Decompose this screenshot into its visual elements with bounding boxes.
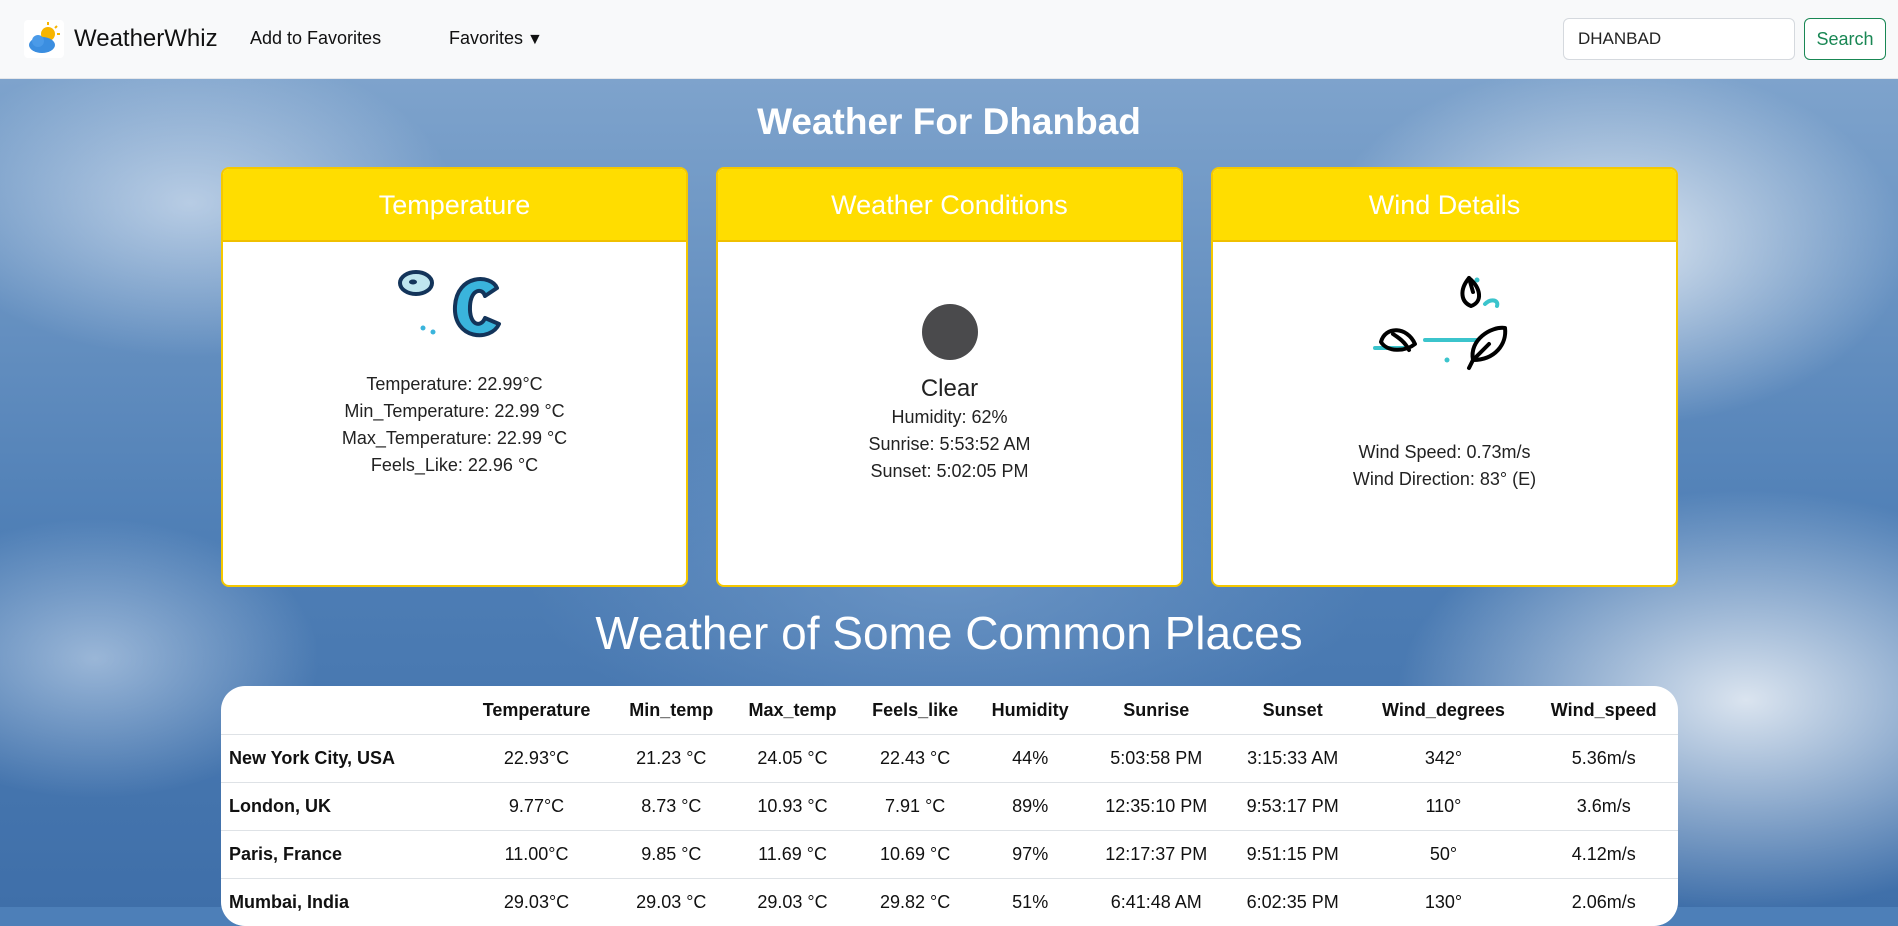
min-temperature-value: Min_Temperature: 22.99 °C xyxy=(223,398,686,425)
column-header: Temperature xyxy=(461,686,612,735)
sunset-value: Sunset: 5:02:05 PM xyxy=(718,458,1181,485)
common-places-title: Weather of Some Common Places xyxy=(0,606,1898,660)
table-cell: 6:41:48 AM xyxy=(1085,879,1228,926)
temperature-card: Temperature Temperature: 22.99°C Min_Tem… xyxy=(221,167,688,587)
column-header: Feels_like xyxy=(855,686,976,735)
search-input[interactable] xyxy=(1563,18,1795,60)
table-cell: 130° xyxy=(1357,879,1529,926)
table-cell: 24.05 °C xyxy=(731,735,855,783)
caret-down-icon: ▼ xyxy=(527,31,543,48)
favorites-label: Favorites xyxy=(449,28,523,48)
table-cell: 11.00°C xyxy=(461,831,612,879)
navbar: WeatherWhiz Add to Favorites Favorites▼ … xyxy=(0,0,1898,79)
celsius-icon xyxy=(395,266,515,352)
table-header-row: Temperature Min_temp Max_temp Feels_like… xyxy=(221,686,1678,735)
brand-name: WeatherWhiz xyxy=(74,25,218,53)
wind-leaves-icon xyxy=(1365,268,1525,388)
column-header: Wind_degrees xyxy=(1357,686,1529,735)
table-cell: 22.43 °C xyxy=(855,735,976,783)
table-cell: 8.73 °C xyxy=(612,783,730,831)
table-cell: 12:35:10 PM xyxy=(1085,783,1228,831)
table-row: Mumbai, India 29.03°C 29.03 °C 29.03 °C … xyxy=(221,879,1678,926)
table-cell: 9:53:17 PM xyxy=(1228,783,1358,831)
column-header: Sunrise xyxy=(1085,686,1228,735)
table-cell: 6:02:35 PM xyxy=(1228,879,1358,926)
table-cell: 110° xyxy=(1357,783,1529,831)
table-cell: 11.69 °C xyxy=(731,831,855,879)
table-cell: 29.03°C xyxy=(461,879,612,926)
wind-direction-value: Wind Direction: 83° (E) xyxy=(1213,466,1676,493)
table-cell: 97% xyxy=(976,831,1085,879)
table-cell: Paris, France xyxy=(221,831,461,879)
table-cell: 29.82 °C xyxy=(855,879,976,926)
table-cell: 2.06m/s xyxy=(1529,879,1678,926)
table-cell: 50° xyxy=(1357,831,1529,879)
table-cell: 4.12m/s xyxy=(1529,831,1678,879)
column-header: Humidity xyxy=(976,686,1085,735)
column-header: Max_temp xyxy=(731,686,855,735)
weather-logo-icon xyxy=(24,20,64,58)
condition-label: Clear xyxy=(718,374,1181,404)
weather-conditions-card-title: Weather Conditions xyxy=(718,169,1181,242)
clear-weather-icon xyxy=(922,304,978,360)
table-cell: 7.91 °C xyxy=(855,783,976,831)
humidity-value: Humidity: 62% xyxy=(718,404,1181,431)
table-cell: 22.93°C xyxy=(461,735,612,783)
table-cell: 342° xyxy=(1357,735,1529,783)
max-temperature-value: Max_Temperature: 22.99 °C xyxy=(223,425,686,452)
table-cell: 9.77°C xyxy=(461,783,612,831)
page-title: Weather For Dhanbad xyxy=(0,101,1898,143)
table-cell: 12:17:37 PM xyxy=(1085,831,1228,879)
favorites-dropdown[interactable]: Favorites▼ xyxy=(449,28,543,49)
table-cell: 3.6m/s xyxy=(1529,783,1678,831)
column-header: Sunset xyxy=(1228,686,1358,735)
wind-details-card-title: Wind Details xyxy=(1213,169,1676,242)
table-cell: 5:03:58 PM xyxy=(1085,735,1228,783)
table-cell: 5.36m/s xyxy=(1529,735,1678,783)
table-cell: 89% xyxy=(976,783,1085,831)
table-cell: 44% xyxy=(976,735,1085,783)
add-to-favorites-link[interactable]: Add to Favorites xyxy=(250,28,381,49)
column-header xyxy=(221,686,461,735)
table-cell: Mumbai, India xyxy=(221,879,461,926)
table-row: Paris, France 11.00°C 9.85 °C 11.69 °C 1… xyxy=(221,831,1678,879)
table-cell: 29.03 °C xyxy=(731,879,855,926)
table-cell: 3:15:33 AM xyxy=(1228,735,1358,783)
common-places-table: Temperature Min_temp Max_temp Feels_like… xyxy=(221,686,1678,926)
wind-speed-value: Wind Speed: 0.73m/s xyxy=(1213,439,1676,466)
temperature-card-title: Temperature xyxy=(223,169,686,242)
table-cell: London, UK xyxy=(221,783,461,831)
temperature-value: Temperature: 22.99°C xyxy=(223,371,686,398)
table-row: New York City, USA 22.93°C 21.23 °C 24.0… xyxy=(221,735,1678,783)
table-cell: New York City, USA xyxy=(221,735,461,783)
table-cell: 10.69 °C xyxy=(855,831,976,879)
table-cell: 10.93 °C xyxy=(731,783,855,831)
table-row: London, UK 9.77°C 8.73 °C 10.93 °C 7.91 … xyxy=(221,783,1678,831)
feels-like-value: Feels_Like: 22.96 °C xyxy=(223,452,686,479)
search-button[interactable]: Search xyxy=(1804,18,1886,60)
brand[interactable]: WeatherWhiz xyxy=(24,20,218,58)
weather-conditions-card: Weather Conditions Clear Humidity: 62% S… xyxy=(716,167,1183,587)
sunrise-value: Sunrise: 5:53:52 AM xyxy=(718,431,1181,458)
column-header: Wind_speed xyxy=(1529,686,1678,735)
wind-details-card: Wind Details Wind Speed: 0.73m/s Wind xyxy=(1211,167,1678,587)
table-cell: 21.23 °C xyxy=(612,735,730,783)
table-cell: 29.03 °C xyxy=(612,879,730,926)
column-header: Min_temp xyxy=(612,686,730,735)
table-cell: 9:51:15 PM xyxy=(1228,831,1358,879)
weather-table: Temperature Min_temp Max_temp Feels_like… xyxy=(221,686,1678,926)
table-cell: 9.85 °C xyxy=(612,831,730,879)
table-cell: 51% xyxy=(976,879,1085,926)
